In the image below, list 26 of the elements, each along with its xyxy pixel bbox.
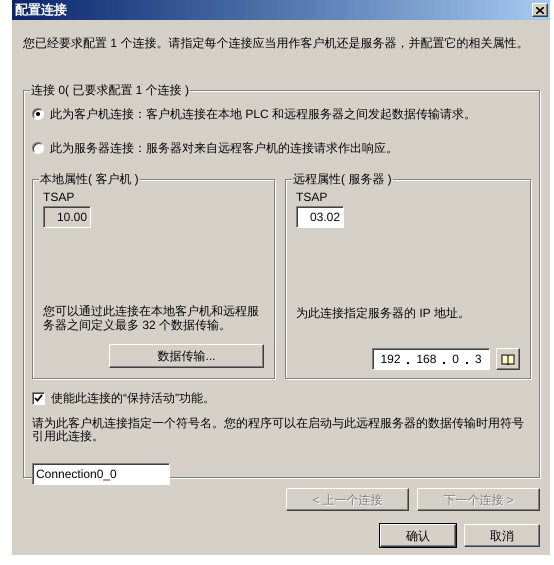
close-button[interactable] [532,3,548,17]
data-transfer-button[interactable]: 数据传输... [109,344,264,368]
keep-alive-option[interactable]: 使能此连接的“保持活动”功能。 [32,389,531,407]
radio-option[interactable]: 此为服务器连接：服务器对来自远程客户机的连接请求作出响应。 [32,139,531,157]
tsap-field[interactable]: 03.02 [296,206,344,228]
remote-description: 为此连接指定服务器的 IP 地址。 [296,305,471,322]
address-book-button[interactable] [496,348,520,370]
local-description: 您可以通过此连接在本地客户机和远程服务器之间定义最多 32 个数据传输。 [43,304,260,332]
dialog-button[interactable]: 确认 [380,524,456,547]
radio-button[interactable] [32,108,44,120]
tsap-label: TSAP [43,189,76,206]
group-title: 远程属性( 服务器 ) [292,171,393,187]
group-title: 本地属性( 客户机 ) [39,171,140,187]
close-icon [536,6,544,14]
tsap-label: TSAP [296,189,328,206]
dialog-button[interactable]: 取消 [464,524,540,547]
checkbox[interactable] [32,392,45,404]
symbol-help-text: 请为此客户机连接指定一个符号名。您的程序可以在启动与此远程服务器的数据传输时用符号引用此连接。 [32,417,525,443]
group-title: 连接 0( 已要求配置 1 个连接 ) [30,82,190,98]
ip-address-field[interactable]: 192 168 0 3 [372,348,490,370]
intro-text: 您已经要求配置 1 个连接。请指定每个连接应当用作客户机还是服务器，并配置它的相关属性。 [23,35,530,52]
book-icon [501,354,515,364]
radio-option[interactable]: 此为客户机连接：客户机连接在本地 PLC 和远程服务器之间发起数据传输请求。 [32,105,531,123]
window-title: 配置连接 [15,1,67,20]
symbol-name-field[interactable]: Connection0_0 [32,463,170,485]
radio-button[interactable] [32,142,44,154]
